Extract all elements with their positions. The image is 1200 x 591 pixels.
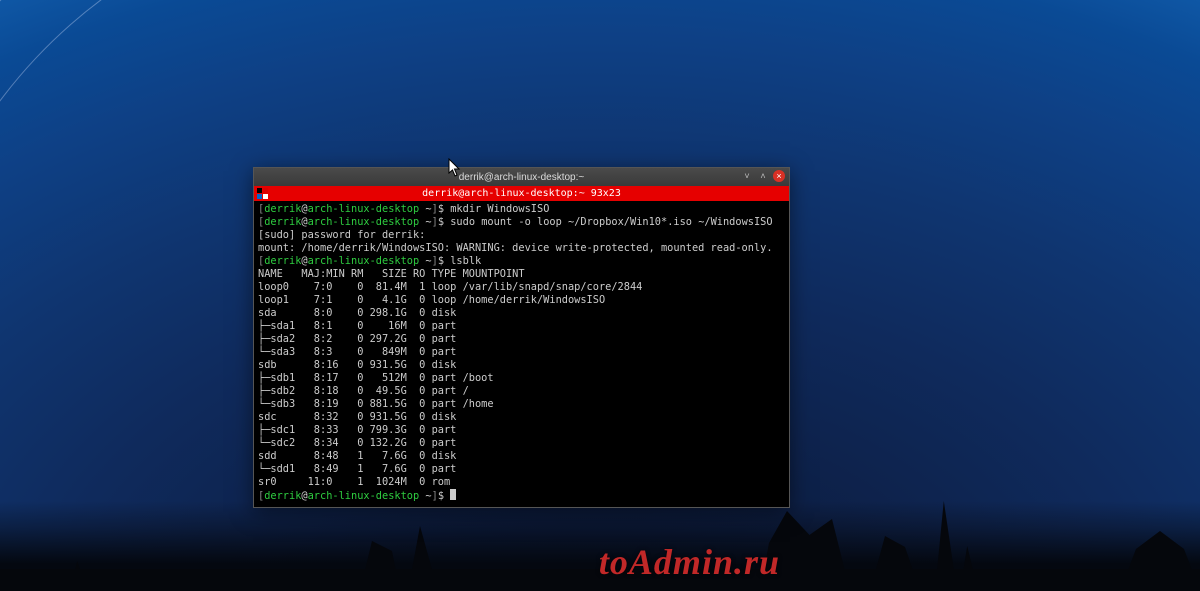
minimize-button[interactable]: ˅ bbox=[741, 170, 753, 182]
output-line: mount: /home/derrik/WindowsISO: WARNING:… bbox=[258, 242, 785, 255]
command-text: sudo mount -o loop ~/Dropbox/Win10*.iso … bbox=[450, 216, 772, 228]
terminal-cursor bbox=[450, 489, 456, 500]
prompt-line: [derrik@arch-linux-desktop ~]$ sudo moun… bbox=[258, 216, 785, 229]
prompt-line: [derrik@arch-linux-desktop ~]$ lsblk bbox=[258, 255, 785, 268]
desktop-wallpaper: derrik@arch-linux-desktop:~ ˅ ˄ × derrik… bbox=[0, 0, 1200, 591]
lsblk-row: ├─sdc1 8:33 0 799.3G 0 part bbox=[258, 424, 785, 437]
close-button[interactable]: × bbox=[773, 170, 785, 182]
lsblk-row: └─sdd1 8:49 1 7.6G 0 part bbox=[258, 463, 785, 476]
lsblk-row: ├─sda1 8:1 0 16M 0 part bbox=[258, 320, 785, 333]
lsblk-row: sda 8:0 0 298.1G 0 disk bbox=[258, 307, 785, 320]
window-title: derrik@arch-linux-desktop:~ bbox=[254, 172, 789, 183]
lsblk-row: sdd 8:48 1 7.6G 0 disk bbox=[258, 450, 785, 463]
output-line: [sudo] password for derrik: bbox=[258, 229, 785, 242]
prompt-line: [derrik@arch-linux-desktop ~]$ mkdir Win… bbox=[258, 203, 785, 216]
lsblk-row: ├─sdb1 8:17 0 512M 0 part /boot bbox=[258, 372, 785, 385]
command-text: lsblk bbox=[450, 255, 481, 267]
terminal-app-icon bbox=[257, 188, 268, 199]
prompt-line[interactable]: [derrik@arch-linux-desktop ~]$ bbox=[258, 489, 785, 503]
lsblk-row: loop1 7:1 0 4.1G 0 loop /home/derrik/Win… bbox=[258, 294, 785, 307]
lsblk-row: ├─sdb2 8:18 0 49.5G 0 part / bbox=[258, 385, 785, 398]
lsblk-row: └─sdc2 8:34 0 132.2G 0 part bbox=[258, 437, 785, 450]
maximize-button[interactable]: ˄ bbox=[757, 170, 769, 182]
terminal-tab-bar: derrik@arch-linux-desktop:~ 93x23 bbox=[254, 186, 789, 201]
lsblk-row: └─sdb3 8:19 0 881.5G 0 part /home bbox=[258, 398, 785, 411]
terminal-window[interactable]: derrik@arch-linux-desktop:~ ˅ ˄ × derrik… bbox=[253, 167, 790, 508]
window-titlebar[interactable]: derrik@arch-linux-desktop:~ ˅ ˄ × bbox=[254, 168, 789, 186]
lsblk-row: sr0 11:0 1 1024M 0 rom bbox=[258, 476, 785, 489]
lsblk-header: NAME MAJ:MIN RM SIZE RO TYPE MOUNTPOINT bbox=[258, 268, 785, 281]
window-controls: ˅ ˄ × bbox=[741, 170, 785, 182]
lsblk-row: ├─sda2 8:2 0 297.2G 0 part bbox=[258, 333, 785, 346]
horizon-glow bbox=[0, 501, 1200, 591]
lsblk-row: sdc 8:32 0 931.5G 0 disk bbox=[258, 411, 785, 424]
lsblk-row: loop0 7:0 0 81.4M 1 loop /var/lib/snapd/… bbox=[258, 281, 785, 294]
command-text: mkdir WindowsISO bbox=[450, 203, 549, 215]
lsblk-row: sdb 8:16 0 931.5G 0 disk bbox=[258, 359, 785, 372]
terminal-output[interactable]: [derrik@arch-linux-desktop ~]$ mkdir Win… bbox=[254, 201, 789, 507]
lsblk-row: └─sda3 8:3 0 849M 0 part bbox=[258, 346, 785, 359]
terminal-tab-title: derrik@arch-linux-desktop:~ 93x23 bbox=[422, 188, 621, 199]
